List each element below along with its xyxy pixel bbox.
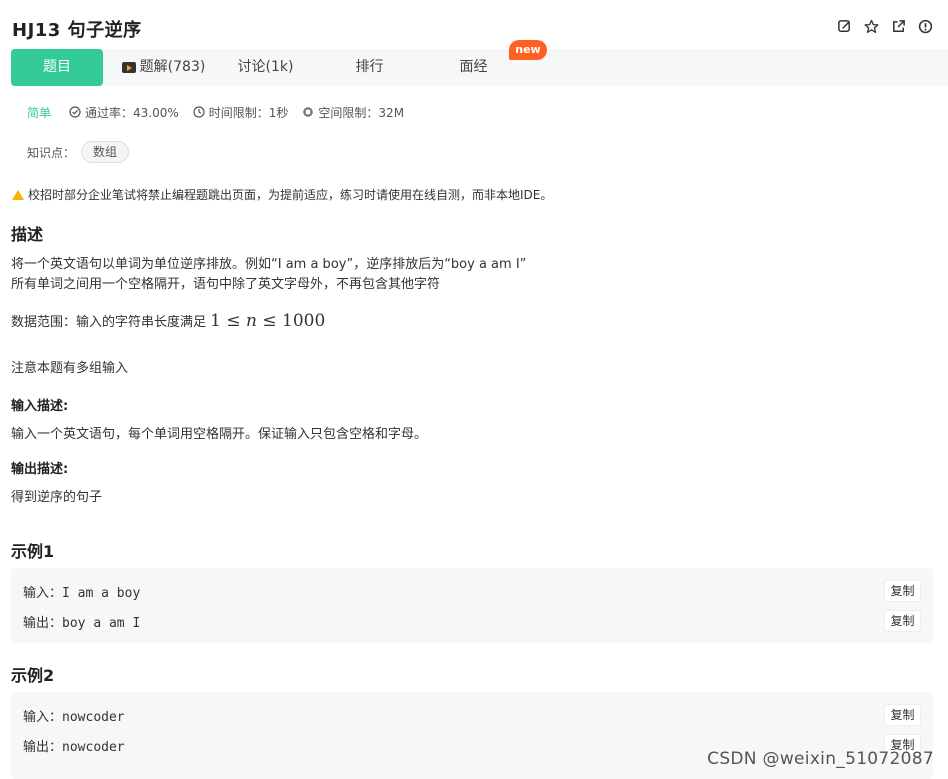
copy-input-button[interactable]: 复制	[884, 580, 921, 602]
edit-button[interactable]	[836, 18, 853, 35]
info-icon	[918, 19, 933, 34]
problem-meta: 简单 通过率：43.00% 时间限制：1秒 空间限制：32M	[27, 104, 418, 120]
new-badge: new	[509, 40, 547, 60]
video-icon	[121, 62, 136, 73]
warning-icon	[12, 189, 24, 200]
output-desc-text: 得到逆序的句子	[11, 490, 103, 505]
favorite-button[interactable]	[863, 18, 880, 35]
multi-input-note: 注意本题有多组输入	[11, 361, 129, 376]
range-formula: 1 ≤ n ≤ 1000	[210, 311, 326, 331]
knowledge-points: 知识点： 数组	[27, 141, 130, 163]
tab-solutions-label: 题解(783)	[139, 59, 206, 75]
chip-icon	[303, 107, 314, 117]
time-limit: 时间限制：1秒	[193, 104, 288, 121]
output-desc-heading: 输出描述:	[11, 462, 69, 477]
input-desc-text: 输入一个英文语句，每个单词用空格隔开。保证输入只包含空格和字母。	[11, 427, 428, 442]
tab-interview[interactable]: 面经	[451, 49, 496, 86]
space-limit: 空间限制：32M	[302, 104, 404, 121]
notice-banner: 校招时部分企业笔试将禁止编程题跳出页面，为提前适应，练习时请使用在线自测，而非本…	[12, 186, 552, 203]
tab-ranking[interactable]: 排行	[347, 49, 392, 86]
example-2-output: 输出：nowcoder	[23, 740, 125, 755]
example-1-heading: 示例1	[11, 542, 55, 561]
copy-output-button[interactable]: 复制	[884, 610, 921, 632]
description-heading: 描述	[11, 225, 44, 244]
top-actions	[836, 18, 934, 35]
watermark: CSDN @weixin_51072087	[707, 749, 934, 769]
share-icon	[893, 20, 905, 32]
input-desc-heading: 输入描述:	[11, 399, 69, 414]
check-circle-icon	[69, 106, 81, 118]
star-icon	[864, 19, 879, 33]
tab-bar: 题目 题解(783) 讨论(1k) 排行 面经	[11, 49, 948, 86]
pass-rate: 通过率：43.00%	[69, 104, 179, 121]
page-title: HJ13 句子逆序	[12, 20, 142, 41]
example-1-input: 输入：I am a boy	[23, 586, 141, 601]
knowledge-tag[interactable]: 数组	[81, 141, 130, 163]
description-line-1: 将一个英文语句以单词为单位逆序排放。例如“I am a boy”，逆序排放后为“…	[11, 257, 527, 272]
difficulty-label: 简单	[27, 105, 52, 120]
tab-problem[interactable]: 题目	[11, 49, 103, 86]
share-button[interactable]	[890, 18, 907, 35]
description-line-2: 所有单词之间用一个空格隔开，语句中除了英文字母外，不再包含其他字符	[11, 277, 441, 292]
knowledge-label: 知识点：	[27, 145, 76, 160]
data-range: 数据范围：输入的字符串长度满足 1 ≤ n ≤ 1000	[11, 311, 326, 331]
notice-text: 校招时部分企业笔试将禁止编程题跳出页面，为提前适应，练习时请使用在线自测，而非本…	[28, 188, 553, 202]
tab-discussion[interactable]: 讨论(1k)	[233, 49, 298, 86]
copy-input-button[interactable]: 复制	[884, 704, 921, 726]
example-2-heading: 示例2	[11, 666, 55, 685]
clock-icon	[193, 106, 205, 118]
example-2-input: 输入：nowcoder	[23, 710, 125, 725]
edit-icon	[838, 20, 850, 32]
tab-solutions[interactable]: 题解(783)	[121, 49, 206, 86]
example-1-output: 输出：boy a am I	[23, 616, 141, 631]
example-1-box: 输入：I am a boy 复制 输出：boy a am I 复制	[11, 568, 933, 643]
report-button[interactable]	[917, 18, 934, 35]
